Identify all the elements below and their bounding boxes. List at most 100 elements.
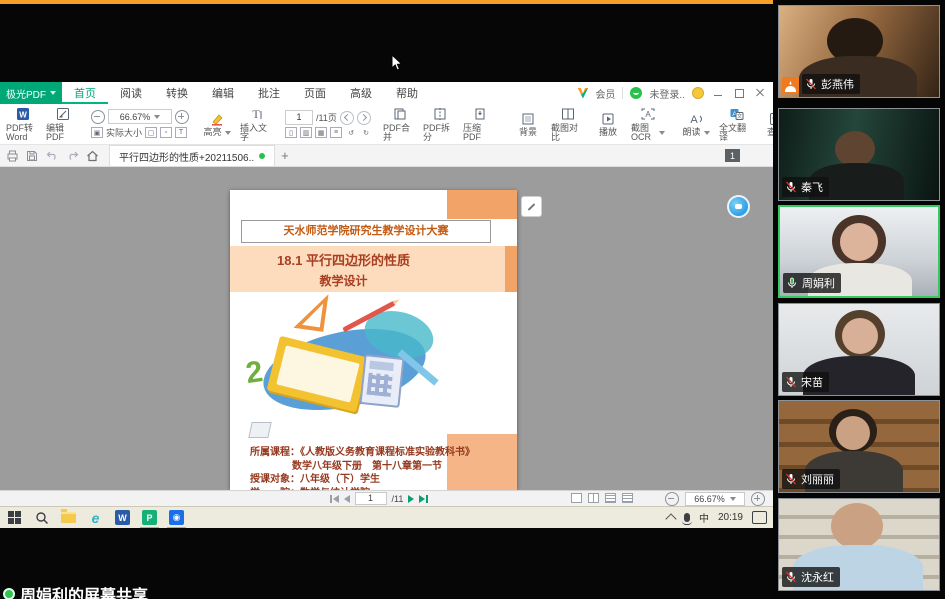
next-page-icon[interactable] xyxy=(408,495,414,503)
continuous-view-icon[interactable] xyxy=(605,493,616,503)
tab-read[interactable]: 阅读 xyxy=(108,82,154,104)
svg-text:文: 文 xyxy=(736,112,742,120)
single-page-icon[interactable]: ▯ xyxy=(285,127,297,138)
zoom-out-icon[interactable] xyxy=(91,110,105,124)
undo-icon[interactable] xyxy=(45,149,59,163)
compare-button[interactable]: 截图对比 xyxy=(548,107,588,142)
zoom-in-icon[interactable] xyxy=(751,492,765,506)
translate-button[interactable]: A文 全文翻译 xyxy=(716,107,756,142)
read-aloud-button[interactable]: A 朗读 xyxy=(676,111,716,137)
page-number-input[interactable]: 1 xyxy=(285,110,313,125)
participant-tile-speaking[interactable]: 周娟利 xyxy=(778,205,940,298)
tab-advanced[interactable]: 高级 xyxy=(338,82,384,104)
edit-pdf-button[interactable]: 编辑PDF xyxy=(43,107,83,142)
play-button[interactable]: 播放 xyxy=(588,111,628,137)
participant-tile[interactable]: 秦飞 xyxy=(778,108,940,201)
floating-assistant-button[interactable] xyxy=(727,195,750,218)
zoom-level-select[interactable]: 66.67% xyxy=(685,492,745,506)
svg-text:A: A xyxy=(645,110,651,119)
tab-convert[interactable]: 转换 xyxy=(154,82,200,104)
word-icon: W xyxy=(115,510,130,525)
tab-annotate[interactable]: 批注 xyxy=(246,82,292,104)
rotate-right-icon[interactable]: ↻ xyxy=(360,127,372,138)
course-info: 所属课程：《人教版义务教育课程标准实验教科书》 数学八年级下册 第十八章第一节 … xyxy=(250,446,480,490)
read-aloud-icon: A xyxy=(689,111,704,126)
internet-explorer-button[interactable]: e xyxy=(87,509,104,526)
fit-width-icon[interactable]: ▣ xyxy=(91,127,103,138)
meeting-app-taskbar-button[interactable]: ◉ xyxy=(168,509,185,526)
clock[interactable]: 20:19 xyxy=(718,512,743,523)
actual-size-button[interactable]: 实际大小 xyxy=(106,126,142,139)
four-page-icon[interactable]: ▦ xyxy=(315,127,327,138)
pdf-app-icon: P xyxy=(142,510,157,525)
tab-edit[interactable]: 编辑 xyxy=(200,82,246,104)
participant-tile[interactable]: 沈永红 xyxy=(778,498,940,591)
pdf-merge-button[interactable]: PDF合并 xyxy=(380,107,420,142)
taskbar-search-button[interactable] xyxy=(33,509,50,526)
pdf-split-button[interactable]: PDF拆分 xyxy=(420,107,460,142)
two-page-view-icon[interactable] xyxy=(588,493,599,503)
rotate-left-icon[interactable]: ↺ xyxy=(345,127,357,138)
zoom-level-select[interactable]: 66.67% xyxy=(108,109,172,124)
first-page-icon[interactable] xyxy=(330,495,339,503)
tray-expand-icon[interactable] xyxy=(665,513,676,524)
close-button[interactable] xyxy=(753,87,767,99)
tab-page[interactable]: 页面 xyxy=(292,82,338,104)
thumbnail-view-icon[interactable] xyxy=(622,493,633,503)
participant-tile[interactable]: 彭燕伟 xyxy=(778,5,940,98)
background-button[interactable]: 背景 xyxy=(508,111,548,137)
statusbar-page-input[interactable]: 1 xyxy=(355,492,387,505)
word-doc-icon: W xyxy=(16,107,30,122)
two-page-icon[interactable]: ▥ xyxy=(300,127,312,138)
notification-icon[interactable] xyxy=(752,511,767,524)
tray-mic-icon[interactable] xyxy=(684,513,690,522)
windows-taskbar: e W P ◉ 中 20:19 xyxy=(0,506,773,528)
prev-page-icon[interactable] xyxy=(344,495,350,503)
fit-visible-icon[interactable]: ▫ xyxy=(160,127,172,138)
pdf-app-taskbar-button[interactable]: P xyxy=(141,509,158,526)
pdf-to-word-button[interactable]: W PDF转Word xyxy=(3,107,43,142)
single-page-view-icon[interactable] xyxy=(571,493,582,503)
insert-text-button[interactable]: T 插入文字 xyxy=(237,107,277,142)
participant-tile[interactable]: 宋苗 xyxy=(778,303,940,396)
redo-icon[interactable] xyxy=(65,149,79,163)
highlight-button[interactable]: 高亮 xyxy=(197,111,237,137)
member-logo-icon xyxy=(577,88,588,99)
pdf-page[interactable]: 天水师范学院研究生教学设计大赛 18.1 平行四边形的性质 教学设计 2 xyxy=(230,190,517,490)
document-tab[interactable]: 平行四边形的性质+20211506.. xyxy=(109,145,275,166)
app-menu-button[interactable]: 极光PDF xyxy=(0,82,62,104)
save-icon[interactable] xyxy=(25,149,39,163)
quick-edit-button[interactable] xyxy=(521,196,542,217)
account-avatar[interactable] xyxy=(630,87,642,99)
home-icon[interactable] xyxy=(85,149,99,163)
restore-button[interactable] xyxy=(732,87,746,99)
minimize-button[interactable] xyxy=(711,87,725,99)
file-explorer-button[interactable] xyxy=(60,509,77,526)
fit-page-icon[interactable]: ▢ xyxy=(145,127,157,138)
zoom-in-icon[interactable] xyxy=(175,110,189,124)
prev-page-icon[interactable] xyxy=(340,111,354,125)
member-link[interactable]: 会员 xyxy=(595,86,615,101)
next-page-icon[interactable] xyxy=(357,111,371,125)
info-line: 授课对象：八年级（下）学生 xyxy=(250,473,480,487)
print-icon[interactable] xyxy=(5,149,19,163)
word-app-button[interactable]: W xyxy=(114,509,131,526)
new-tab-button[interactable]: + xyxy=(281,148,289,163)
screenshot-ocr-button[interactable]: A 截图OCR xyxy=(628,107,668,142)
compress-pdf-button[interactable]: 压缩PDF xyxy=(460,107,500,142)
ime-indicator[interactable]: 中 xyxy=(699,510,709,525)
document-viewport[interactable]: 天水师范学院研究生教学设计大赛 18.1 平行四边形的性质 教学设计 2 xyxy=(0,167,773,490)
svg-text:W: W xyxy=(19,111,27,120)
participant-tile[interactable]: 刘丽丽 xyxy=(778,400,940,493)
last-page-icon[interactable] xyxy=(419,495,428,503)
info-line: 数学八年级下册 第十八章第一节 xyxy=(250,460,480,474)
start-button[interactable] xyxy=(6,509,23,526)
medal-icon[interactable] xyxy=(692,87,704,99)
doc-title-line2: 教学设计 xyxy=(230,272,517,289)
account-label[interactable]: 未登录.. xyxy=(649,86,685,101)
tab-home[interactable]: 首页 xyxy=(62,82,108,104)
tab-help[interactable]: 帮助 xyxy=(384,82,430,104)
text-mode-icon[interactable]: T xyxy=(175,127,187,138)
zoom-out-icon[interactable] xyxy=(665,492,679,506)
continuous-scroll-icon[interactable]: ≡ xyxy=(330,127,342,138)
